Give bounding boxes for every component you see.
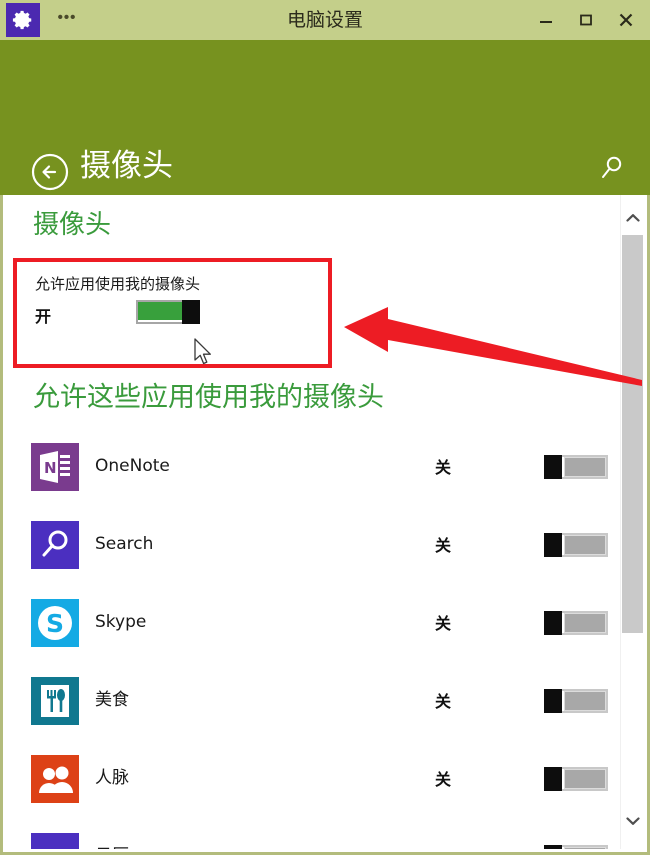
close-icon (617, 11, 635, 29)
app-toggle-state-label: 关 (435, 614, 452, 633)
calendar-icon (31, 833, 79, 849)
search-icon (595, 152, 631, 186)
app-name: 人脉 (95, 768, 129, 788)
settings-scroll-area: 摄像头 允许应用使用我的摄像头 开 允许这些应用使用我的摄像头 N OneNote… (3, 195, 627, 849)
toggle-thumb (544, 845, 562, 849)
toggle-fill (564, 535, 606, 555)
toggle-fill (138, 302, 182, 320)
window-controls (526, 0, 646, 40)
app-toggle-state-label: 关 (435, 844, 451, 849)
app-permission-toggle[interactable] (544, 611, 608, 635)
page-title: 摄像头 (80, 148, 173, 184)
minimize-button[interactable] (526, 0, 566, 40)
toggle-thumb (544, 689, 562, 713)
toggle-thumb (544, 455, 562, 479)
chevron-up-icon (625, 210, 640, 228)
people-icon (31, 755, 79, 803)
app-name: 美食 (95, 690, 129, 710)
allow-apps-camera-toggle[interactable] (136, 300, 200, 324)
app-permission-row: N OneNote 关 (3, 443, 627, 521)
app-permission-row: 美食 关 (3, 677, 627, 755)
app-name: Search (95, 534, 154, 554)
allow-apps-camera-label: 允许应用使用我的摄像头 (35, 275, 201, 293)
allow-apps-camera-state: 开 (35, 307, 52, 326)
content-panel: 摄像头 允许应用使用我的摄像头 开 允许这些应用使用我的摄像头 N OneNote… (0, 195, 650, 855)
toggle-thumb (544, 533, 562, 557)
app-name: 日历 (95, 843, 129, 849)
app-permission-toggle[interactable] (544, 845, 608, 849)
app-name: Skype (95, 612, 147, 632)
app-permission-row: Search 关 (3, 521, 627, 599)
svg-text:N: N (44, 459, 57, 477)
app-permission-toggle[interactable] (544, 767, 608, 791)
minimize-icon (538, 12, 554, 28)
toggle-fill (564, 457, 606, 477)
toggle-thumb (544, 767, 562, 791)
title-bar: ••• 电脑设置 (0, 0, 650, 40)
app-permission-toggle[interactable] (544, 533, 608, 557)
pc-settings-window: ••• 电脑设置 摄像头 摄像头 允许应用使用我的摄像头 开 允许这些应用使用我… (0, 0, 650, 855)
toggle-thumb (182, 300, 200, 324)
toggle-fill (564, 613, 606, 633)
food-icon (31, 677, 79, 725)
svg-text:S: S (46, 609, 64, 638)
toggle-fill (564, 769, 606, 789)
app-permission-toggle[interactable] (544, 455, 608, 479)
scroll-up-button[interactable] (621, 207, 644, 230)
back-arrow-icon (30, 152, 70, 192)
onenote-icon: N (31, 443, 79, 491)
scroll-down-button[interactable] (621, 810, 644, 833)
app-permission-toggle[interactable] (544, 689, 608, 713)
toggle-thumb (544, 611, 562, 635)
app-toggle-state-label: 关 (435, 536, 452, 555)
skype-icon: S (31, 599, 79, 647)
app-permission-row: S Skype 关 (3, 599, 627, 677)
page-header: 摄像头 (0, 40, 650, 195)
search-button[interactable] (595, 152, 631, 188)
toggle-fill (564, 847, 606, 849)
app-toggle-state-label: 关 (435, 770, 452, 789)
back-button[interactable] (30, 152, 70, 192)
app-toggle-state-label: 关 (435, 458, 452, 477)
camera-section-title: 摄像头 (33, 210, 112, 240)
search-app-icon (31, 521, 79, 569)
vertical-scrollbar[interactable] (620, 195, 644, 849)
scrollbar-thumb[interactable] (622, 235, 643, 633)
app-name: OneNote (95, 456, 170, 476)
app-permission-row: 日历 关 (3, 833, 627, 849)
chevron-down-icon (625, 813, 640, 831)
apps-section-title: 允许这些应用使用我的摄像头 (33, 382, 384, 413)
close-button[interactable] (606, 0, 646, 40)
app-permission-row: 人脉 关 (3, 755, 627, 833)
maximize-icon (578, 12, 594, 28)
app-toggle-state-label: 关 (435, 692, 452, 711)
maximize-button[interactable] (566, 0, 606, 40)
toggle-fill (564, 691, 606, 711)
